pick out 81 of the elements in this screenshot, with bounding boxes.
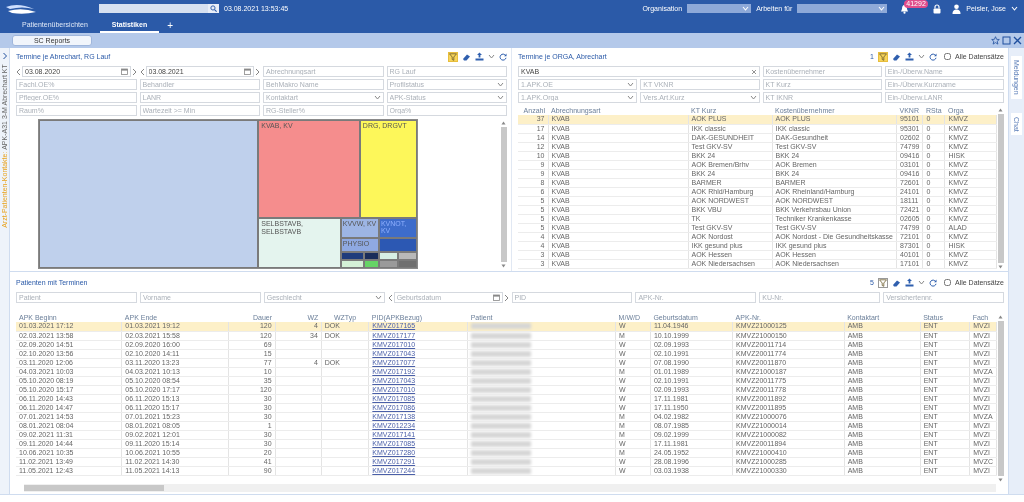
redacted-text	[471, 458, 532, 465]
refresh-icon[interactable]	[928, 52, 937, 61]
redacted-text	[471, 422, 532, 429]
caret-icon	[497, 82, 504, 87]
redacted-text	[471, 350, 532, 357]
calendar-icon[interactable]	[120, 68, 128, 75]
search-button[interactable]	[208, 4, 219, 13]
chevron-left-icon[interactable]	[16, 67, 21, 76]
filter-button[interactable]	[877, 277, 888, 288]
caret-icon	[878, 6, 886, 11]
close-icon[interactable]	[1013, 36, 1022, 45]
calendar-icon[interactable]	[244, 68, 251, 75]
checkbox[interactable]	[943, 279, 951, 286]
treemap-cell[interactable]	[363, 251, 379, 260]
filter-icon	[878, 52, 887, 61]
filter-button[interactable]	[877, 51, 888, 62]
redacted-text	[471, 341, 532, 348]
eraser-icon[interactable]	[891, 278, 901, 287]
redacted-text	[471, 332, 532, 339]
caret-icon	[742, 6, 750, 11]
treemap-cell[interactable]	[363, 259, 379, 268]
redacted-text	[471, 431, 532, 438]
treemap-cell[interactable]	[397, 259, 417, 268]
caret-icon[interactable]	[488, 54, 495, 59]
star-icon[interactable]	[991, 36, 1000, 45]
filter-icon	[878, 278, 887, 287]
treemap-cell[interactable]	[39, 120, 259, 268]
arrow-up-icon[interactable]	[998, 315, 1003, 319]
caret-icon	[497, 95, 504, 100]
redacted-text	[471, 395, 532, 402]
user-icon[interactable]	[952, 3, 962, 14]
export-icon[interactable]	[904, 52, 914, 61]
treemap-cell[interactable]	[397, 251, 417, 260]
chevron-right-icon[interactable]	[1, 52, 8, 60]
maximize-icon[interactable]	[1002, 36, 1011, 45]
arrow-up-icon[interactable]	[998, 108, 1003, 112]
lock-icon[interactable]	[933, 3, 942, 14]
caret-icon	[373, 95, 381, 100]
refresh-icon[interactable]	[928, 278, 937, 287]
redacted-text	[471, 386, 532, 393]
redacted-text	[471, 323, 532, 330]
redacted-text	[471, 413, 532, 420]
checkbox[interactable]	[943, 53, 951, 60]
redacted-text	[471, 368, 532, 375]
treemap-cell[interactable]	[378, 259, 398, 268]
filter-button[interactable]	[448, 51, 458, 62]
scrollbar[interactable]	[24, 484, 996, 492]
eraser-icon[interactable]	[891, 52, 901, 61]
chevron-left-icon[interactable]	[139, 67, 145, 76]
chevron-left-icon[interactable]	[387, 293, 393, 302]
arrow-down-icon[interactable]	[998, 478, 1003, 482]
caret-icon	[374, 295, 382, 300]
treemap-cell[interactable]	[340, 259, 364, 268]
search-icon	[210, 5, 217, 12]
redacted-text	[471, 377, 532, 384]
caret-icon[interactable]	[917, 280, 925, 285]
redacted-text	[471, 467, 532, 474]
filter-icon	[449, 52, 457, 61]
arrow-down-icon[interactable]	[998, 265, 1003, 269]
treemap-cell[interactable]	[340, 251, 364, 260]
redacted-text	[471, 449, 532, 456]
redacted-text	[471, 359, 532, 366]
arrow-up-icon[interactable]	[501, 121, 506, 125]
chevron-right-icon[interactable]	[503, 293, 509, 302]
chevron-right-icon[interactable]	[131, 67, 137, 76]
caret-icon	[749, 95, 757, 100]
export-icon[interactable]	[904, 278, 914, 287]
search-field[interactable]	[99, 4, 219, 13]
chevron-right-icon[interactable]	[255, 67, 260, 76]
arrow-down-icon[interactable]	[501, 264, 506, 268]
add-tab-button[interactable]: +	[159, 17, 182, 33]
caret-icon[interactable]	[917, 54, 925, 59]
refresh-icon[interactable]	[499, 52, 507, 61]
scrollbar-thumb[interactable]	[24, 485, 164, 491]
calendar-icon[interactable]	[492, 294, 500, 301]
clear-icon[interactable]	[750, 68, 757, 75]
treemap-cell[interactable]	[378, 251, 398, 260]
eraser-icon[interactable]	[462, 52, 471, 61]
export-icon[interactable]	[475, 52, 484, 61]
redacted-text	[471, 404, 532, 411]
redacted-text	[471, 440, 532, 447]
